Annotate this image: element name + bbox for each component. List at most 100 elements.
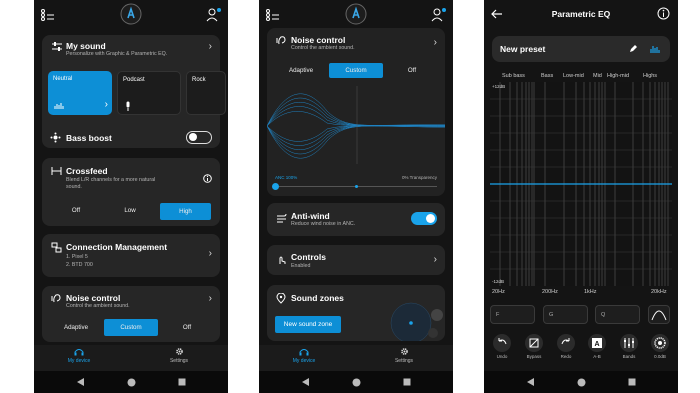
my-sound-card: My sound Personalize with Graphic & Para… — [42, 35, 226, 148]
nav-my-device[interactable]: My device — [49, 347, 109, 364]
ear-icon — [276, 36, 286, 45]
nav-settings[interactable]: Settings — [149, 347, 209, 364]
undo-icon — [498, 338, 507, 345]
recents-icon[interactable] — [403, 378, 411, 386]
preset-label: Podcast — [123, 77, 145, 83]
connection-device-1: 1. Pixel 5 — [66, 254, 88, 260]
back-icon[interactable] — [77, 378, 85, 386]
anti-wind-card: Anti-wind Reduce wind noise in ANC. — [267, 203, 445, 236]
location-icon — [276, 293, 286, 304]
edit-icon[interactable] — [629, 44, 638, 53]
dial-icon — [654, 337, 666, 349]
crossfeed-icon — [51, 167, 62, 175]
frequency-field[interactable]: F — [490, 305, 535, 324]
bottom-nav: My device Settings — [259, 345, 453, 371]
bands-tool[interactable]: Bands — [619, 334, 639, 359]
crossfeed-option-off[interactable]: Off — [50, 204, 102, 218]
ab-compare-tool[interactable]: A A-B — [587, 334, 607, 359]
noise-option-adaptive[interactable]: Adaptive — [275, 64, 327, 78]
preset-rock[interactable]: Rock — [186, 71, 226, 115]
crossfeed-option-high[interactable]: High — [160, 203, 211, 220]
preset-podcast[interactable]: Podcast — [117, 71, 181, 115]
gear-icon — [175, 348, 183, 355]
eq-graph[interactable] — [490, 82, 672, 286]
menu-icon[interactable] — [41, 9, 55, 21]
redo-tool[interactable]: Redo — [556, 334, 576, 359]
nav-my-device[interactable]: My device — [274, 347, 334, 364]
equalizer-icon — [52, 42, 62, 51]
back-icon[interactable] — [302, 378, 310, 386]
band-label: Highs — [643, 73, 658, 79]
info-icon[interactable] — [657, 7, 670, 20]
undo-tool[interactable]: Undo — [492, 334, 512, 359]
chevron-right-icon[interactable]: › — [209, 293, 212, 304]
bass-boost-toggle[interactable] — [186, 131, 212, 144]
anc-label: ANC 100% — [275, 175, 298, 180]
chevron-right-icon[interactable]: › — [209, 41, 212, 52]
recents-icon[interactable] — [178, 378, 186, 386]
bottom-nav: My device Settings — [34, 345, 228, 371]
band-label: Sub bass — [502, 73, 525, 79]
noise-option-custom[interactable]: Custom — [329, 63, 383, 78]
crossfeed-option-low[interactable]: Low — [104, 204, 156, 218]
profile-icon[interactable] — [431, 7, 447, 23]
home-icon[interactable] — [127, 378, 136, 387]
headphones-icon — [74, 349, 84, 356]
wind-icon — [277, 213, 287, 223]
crossfeed-title: Crossfeed — [66, 166, 108, 176]
redo-icon — [561, 338, 570, 345]
new-sound-zone-button[interactable]: New sound zone — [275, 316, 341, 333]
chart-icon[interactable] — [650, 44, 660, 53]
chevron-right-icon: › — [104, 99, 108, 110]
back-icon[interactable] — [527, 378, 535, 386]
noise-control-title: Noise control — [291, 35, 346, 45]
gear-icon — [400, 348, 408, 355]
phone-parametric-eq: Parametric EQ New preset Sub bass Bass L… — [484, 0, 678, 393]
connection-management-card[interactable]: Connection Management 1. Pixel 5 2. BTD … — [42, 234, 220, 277]
preset-neutral[interactable]: Neutral › — [48, 71, 112, 115]
recents-icon[interactable] — [628, 378, 636, 386]
my-sound-title: My sound — [66, 41, 106, 51]
gain-field[interactable]: G — [543, 305, 588, 324]
noise-option-custom[interactable]: Custom — [104, 319, 158, 336]
chevron-right-icon[interactable]: › — [434, 37, 437, 48]
top-bar — [259, 0, 453, 30]
bypass-tool[interactable]: Bypass — [524, 334, 544, 359]
noise-option-off[interactable]: Off — [387, 64, 437, 78]
transparency-label: 0% Transparency — [401, 175, 437, 180]
bass-boost-label: Bass boost — [66, 133, 112, 143]
touch-icon — [279, 256, 286, 264]
sliders-icon — [624, 338, 634, 348]
freq-label: 1kHz — [584, 289, 597, 295]
connection-title: Connection Management — [66, 242, 168, 252]
device-logo-icon — [120, 3, 142, 25]
noise-control-title: Noise control — [66, 293, 121, 303]
home-icon[interactable] — [577, 378, 586, 387]
noise-option-adaptive[interactable]: Adaptive — [50, 321, 102, 335]
connection-icon — [51, 242, 62, 253]
filter-type-button[interactable] — [648, 305, 670, 324]
page-title: Parametric EQ — [551, 9, 611, 19]
noise-option-off[interactable]: Off — [162, 321, 212, 335]
anti-wind-subtitle: Reduce wind noise in ANC. — [291, 221, 356, 227]
q-field[interactable]: Q — [595, 305, 640, 324]
my-sound-subtitle: Personalize with Graphic & Parametric EQ… — [66, 51, 168, 57]
noise-control-subtitle: Control the ambient sound. — [66, 303, 130, 309]
sound-zones-title: Sound zones — [291, 293, 344, 303]
menu-icon[interactable] — [266, 9, 280, 21]
tool-label: 0.0dB — [654, 354, 666, 359]
nav-label: My device — [67, 358, 91, 364]
controls-subtitle: Enabled — [291, 263, 311, 269]
home-icon[interactable] — [352, 378, 361, 387]
anti-wind-toggle[interactable] — [411, 212, 437, 225]
info-icon[interactable] — [203, 174, 212, 183]
anc-slider-thumb[interactable] — [272, 183, 279, 190]
tool-label: Redo — [560, 354, 572, 359]
gain-tool[interactable]: 0.0dB — [650, 334, 670, 359]
nav-settings[interactable]: Settings — [374, 347, 434, 364]
profile-icon[interactable] — [206, 7, 222, 23]
preset-bar[interactable]: New preset — [492, 36, 670, 62]
microphone-icon — [126, 101, 130, 111]
controls-card[interactable]: Controls Enabled › — [267, 245, 445, 275]
system-nav-bar — [34, 371, 228, 393]
